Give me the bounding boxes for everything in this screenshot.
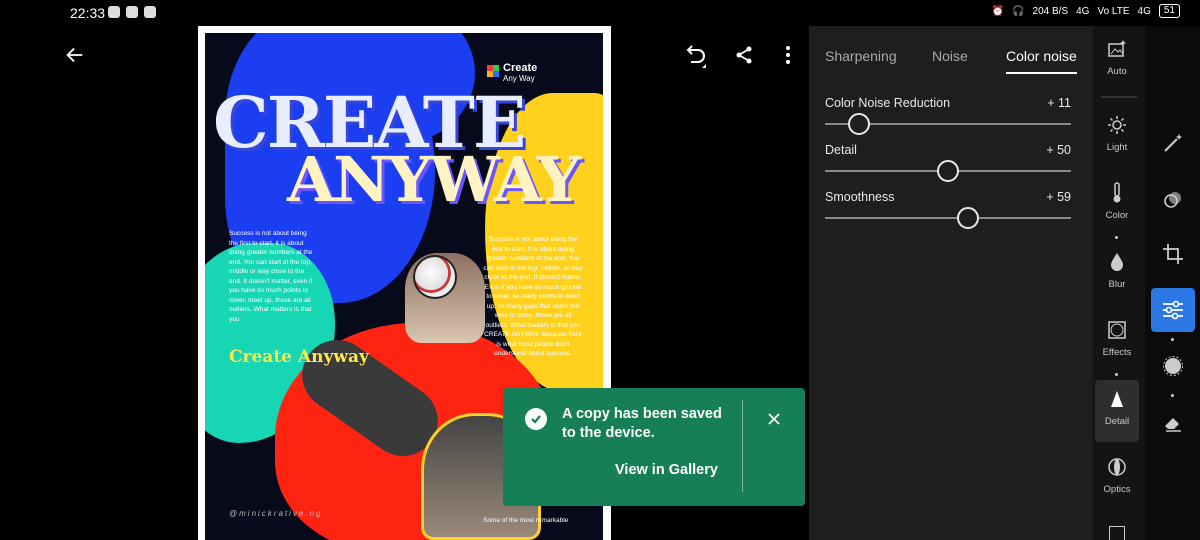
edit-sliders-button[interactable]: [1151, 288, 1195, 332]
tool-label: Color: [1105, 210, 1129, 221]
view-in-gallery-button[interactable]: View in Gallery: [615, 462, 718, 478]
edit-sliders-icon: [1163, 300, 1183, 320]
slider-label: Color Noise Reduction: [825, 96, 951, 110]
tool-effects[interactable]: Effects: [1095, 311, 1139, 373]
poster-footer-text: Some of the most remarkable: [483, 517, 569, 524]
triangle-icon: [1106, 388, 1128, 410]
rail-dot: [1171, 338, 1174, 341]
mode-rail: [1145, 26, 1200, 540]
signal-1: 4G: [1076, 5, 1090, 17]
rail-dot: [1171, 394, 1174, 397]
tab-sharpening[interactable]: Sharpening: [825, 48, 897, 64]
slider-thumb[interactable]: [937, 160, 959, 182]
auto-photo-icon: [1106, 38, 1128, 60]
tab-color-noise[interactable]: Color noise: [1006, 48, 1077, 74]
poster-title-line2: ANYWAY: [287, 143, 581, 216]
alarm-icon: ⏰: [991, 5, 1005, 17]
network-speed: 204 B/S: [1032, 5, 1069, 17]
detail-panel: Sharpening Noise Color noise Color Noise…: [809, 26, 1093, 540]
tool-light[interactable]: Light: [1095, 106, 1139, 168]
sun-icon: [1106, 114, 1128, 136]
close-icon: [768, 413, 780, 425]
slider-value: + 50: [1046, 143, 1071, 157]
facebook-icon: [126, 6, 138, 18]
tool-label: Optics: [1103, 484, 1131, 495]
slider-thumb[interactable]: [956, 207, 979, 229]
tab-noise[interactable]: Noise: [932, 48, 968, 64]
vignette-icon: [1106, 319, 1128, 341]
masking-icon: [1163, 356, 1183, 376]
battery-indicator: 51: [1158, 4, 1180, 18]
tool-label: Light: [1106, 142, 1128, 153]
signal-2: Vo LTE: [1097, 5, 1130, 17]
eraser-button[interactable]: [1151, 400, 1195, 444]
headphones-icon: 🎧: [1012, 5, 1025, 17]
eraser-icon: [1165, 418, 1181, 432]
status-bar: 22:33 ⏰ 🎧 204 B/S 4G Vo LTE 4G 51: [0, 0, 1200, 26]
masking-button[interactable]: [1151, 344, 1195, 388]
slider-track[interactable]: [825, 217, 1071, 219]
versions-icon[interactable]: [1109, 526, 1125, 540]
rail-divider: [1101, 96, 1137, 98]
tool-label: Effects: [1102, 347, 1132, 358]
undo-icon: [686, 45, 706, 68]
tool-label: Auto: [1107, 66, 1127, 77]
logo-mark-icon: [487, 65, 499, 77]
slider-value: + 11: [1047, 96, 1071, 110]
top-actions: [676, 40, 806, 70]
magic-wand-icon: [1164, 134, 1182, 152]
slider-value: + 59: [1046, 190, 1071, 204]
crop-icon: [1163, 244, 1183, 264]
tool-auto[interactable]: Auto: [1095, 30, 1139, 92]
edit-tool-rail: Auto Light Color Blur Effects Detail Opt…: [1093, 26, 1145, 540]
slider-label: Smoothness: [825, 190, 895, 204]
poster-create-anyway: Create Anyway: [229, 347, 369, 367]
saved-toast: A copy has been saved to the device. Vie…: [503, 388, 805, 506]
status-right-icons: ⏰ 🎧 204 B/S 4G Vo LTE 4G 51: [992, 4, 1180, 18]
rail-dot: [1115, 236, 1118, 239]
status-time: 22:33: [70, 5, 106, 21]
crop-button[interactable]: [1151, 232, 1195, 276]
drop-icon: [1106, 251, 1128, 273]
slider-thumb[interactable]: [848, 113, 871, 135]
toast-close-button[interactable]: [763, 408, 785, 430]
signal-3: 4G: [1137, 5, 1151, 17]
tool-optics[interactable]: Optics: [1095, 448, 1139, 510]
more-options-button[interactable]: [773, 40, 803, 70]
heal-icon: [1164, 192, 1181, 208]
rail-dot: [1115, 373, 1118, 376]
poster-left-text: Success is not about being the first to …: [229, 230, 313, 323]
notification-icons: [108, 6, 156, 18]
tool-blur[interactable]: Blur: [1095, 243, 1139, 305]
share-icon: [736, 46, 752, 64]
poster-logo-line1: Create: [503, 62, 538, 74]
share-button[interactable]: [729, 40, 759, 70]
gallery-icon: [144, 6, 156, 18]
tool-label: Blur: [1108, 279, 1126, 290]
toast-message: A copy has been saved to the device.: [562, 406, 722, 441]
slider-label: Detail: [825, 143, 857, 157]
poster-credit: @minickrative.ng: [229, 509, 323, 518]
undo-button[interactable]: [680, 40, 710, 70]
detail-tabs: Sharpening Noise Color noise: [825, 48, 1081, 80]
whatsapp-icon: [108, 6, 120, 18]
heal-button[interactable]: [1151, 178, 1195, 222]
magic-wand-button[interactable]: [1151, 121, 1195, 165]
lens-icon: [1106, 456, 1128, 478]
tool-color[interactable]: Color: [1095, 174, 1139, 236]
football-image: [413, 255, 457, 299]
toast-divider: [742, 400, 743, 492]
check-circle-icon: [525, 408, 547, 430]
poster-right-text: Success is not about being the first to …: [483, 236, 583, 357]
tool-detail[interactable]: Detail: [1095, 380, 1139, 442]
tool-label: Detail: [1104, 416, 1130, 427]
thermometer-icon: [1106, 182, 1128, 204]
more-vertical-icon: [786, 46, 790, 64]
back-button[interactable]: [60, 40, 90, 70]
arrow-left-icon: [66, 47, 83, 63]
